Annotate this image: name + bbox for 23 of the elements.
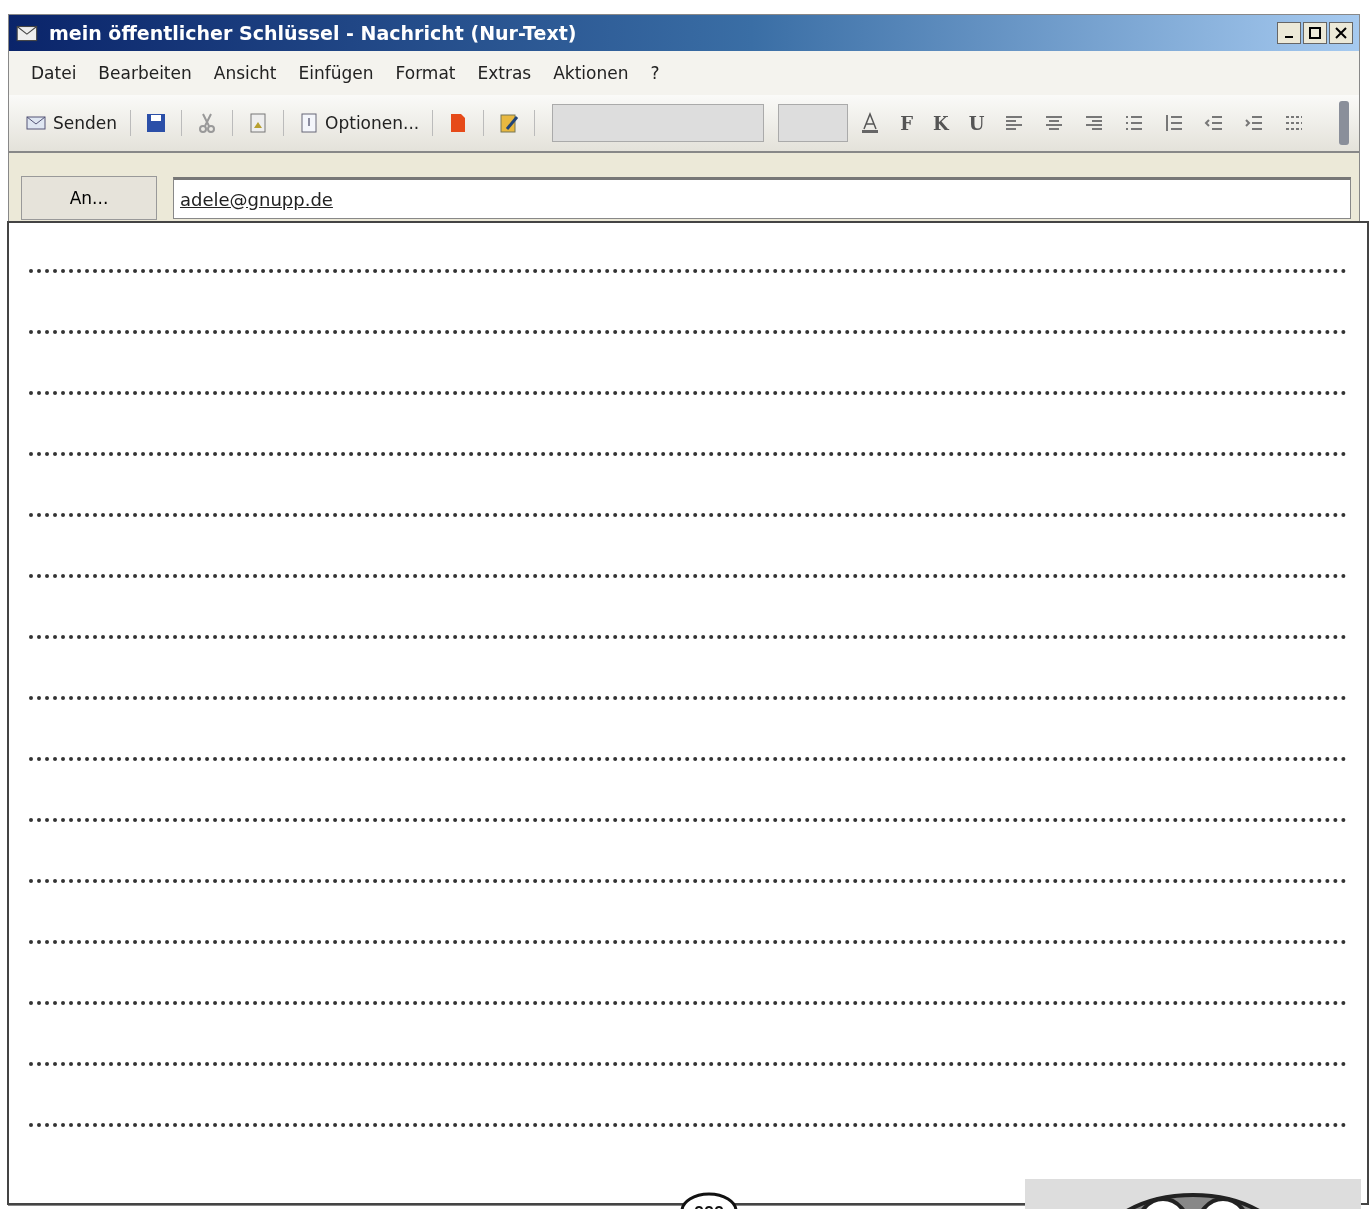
maximize-button[interactable] — [1303, 22, 1327, 44]
menu-item[interactable]: ? — [642, 61, 668, 85]
format-button[interactable]: K — [925, 108, 957, 138]
menu-item[interactable]: Aktionen — [545, 61, 637, 85]
menu-item[interactable]: Bearbeiten — [90, 61, 200, 85]
window-title: mein öffentlicher Schlüssel - Nachricht (Nur-Text) — [49, 22, 577, 44]
menu-item[interactable]: Format — [387, 61, 464, 85]
close-button[interactable] — [1329, 22, 1353, 44]
to-button[interactable]: An... — [21, 176, 157, 220]
toolbar-grip[interactable] — [1339, 101, 1349, 145]
menu-item[interactable]: Ansicht — [205, 61, 285, 85]
format-button[interactable]: F — [892, 108, 922, 138]
close-icon — [1335, 27, 1347, 39]
menu-item[interactable]: Einfügen — [290, 61, 382, 85]
toolbar-button[interactable]: Senden — [19, 107, 124, 139]
minimize-icon — [1285, 36, 1293, 38]
menu-item[interactable]: Extras — [469, 61, 540, 85]
format-button[interactable]: U — [960, 108, 993, 138]
to-field[interactable]: adele@gnupp.de — [173, 177, 1351, 219]
menu-item[interactable]: Datei — [23, 61, 85, 85]
maximize-icon — [1309, 27, 1321, 39]
toolbar-button[interactable]: Optionen... — [291, 107, 426, 139]
minimize-button[interactable] — [1277, 22, 1301, 44]
